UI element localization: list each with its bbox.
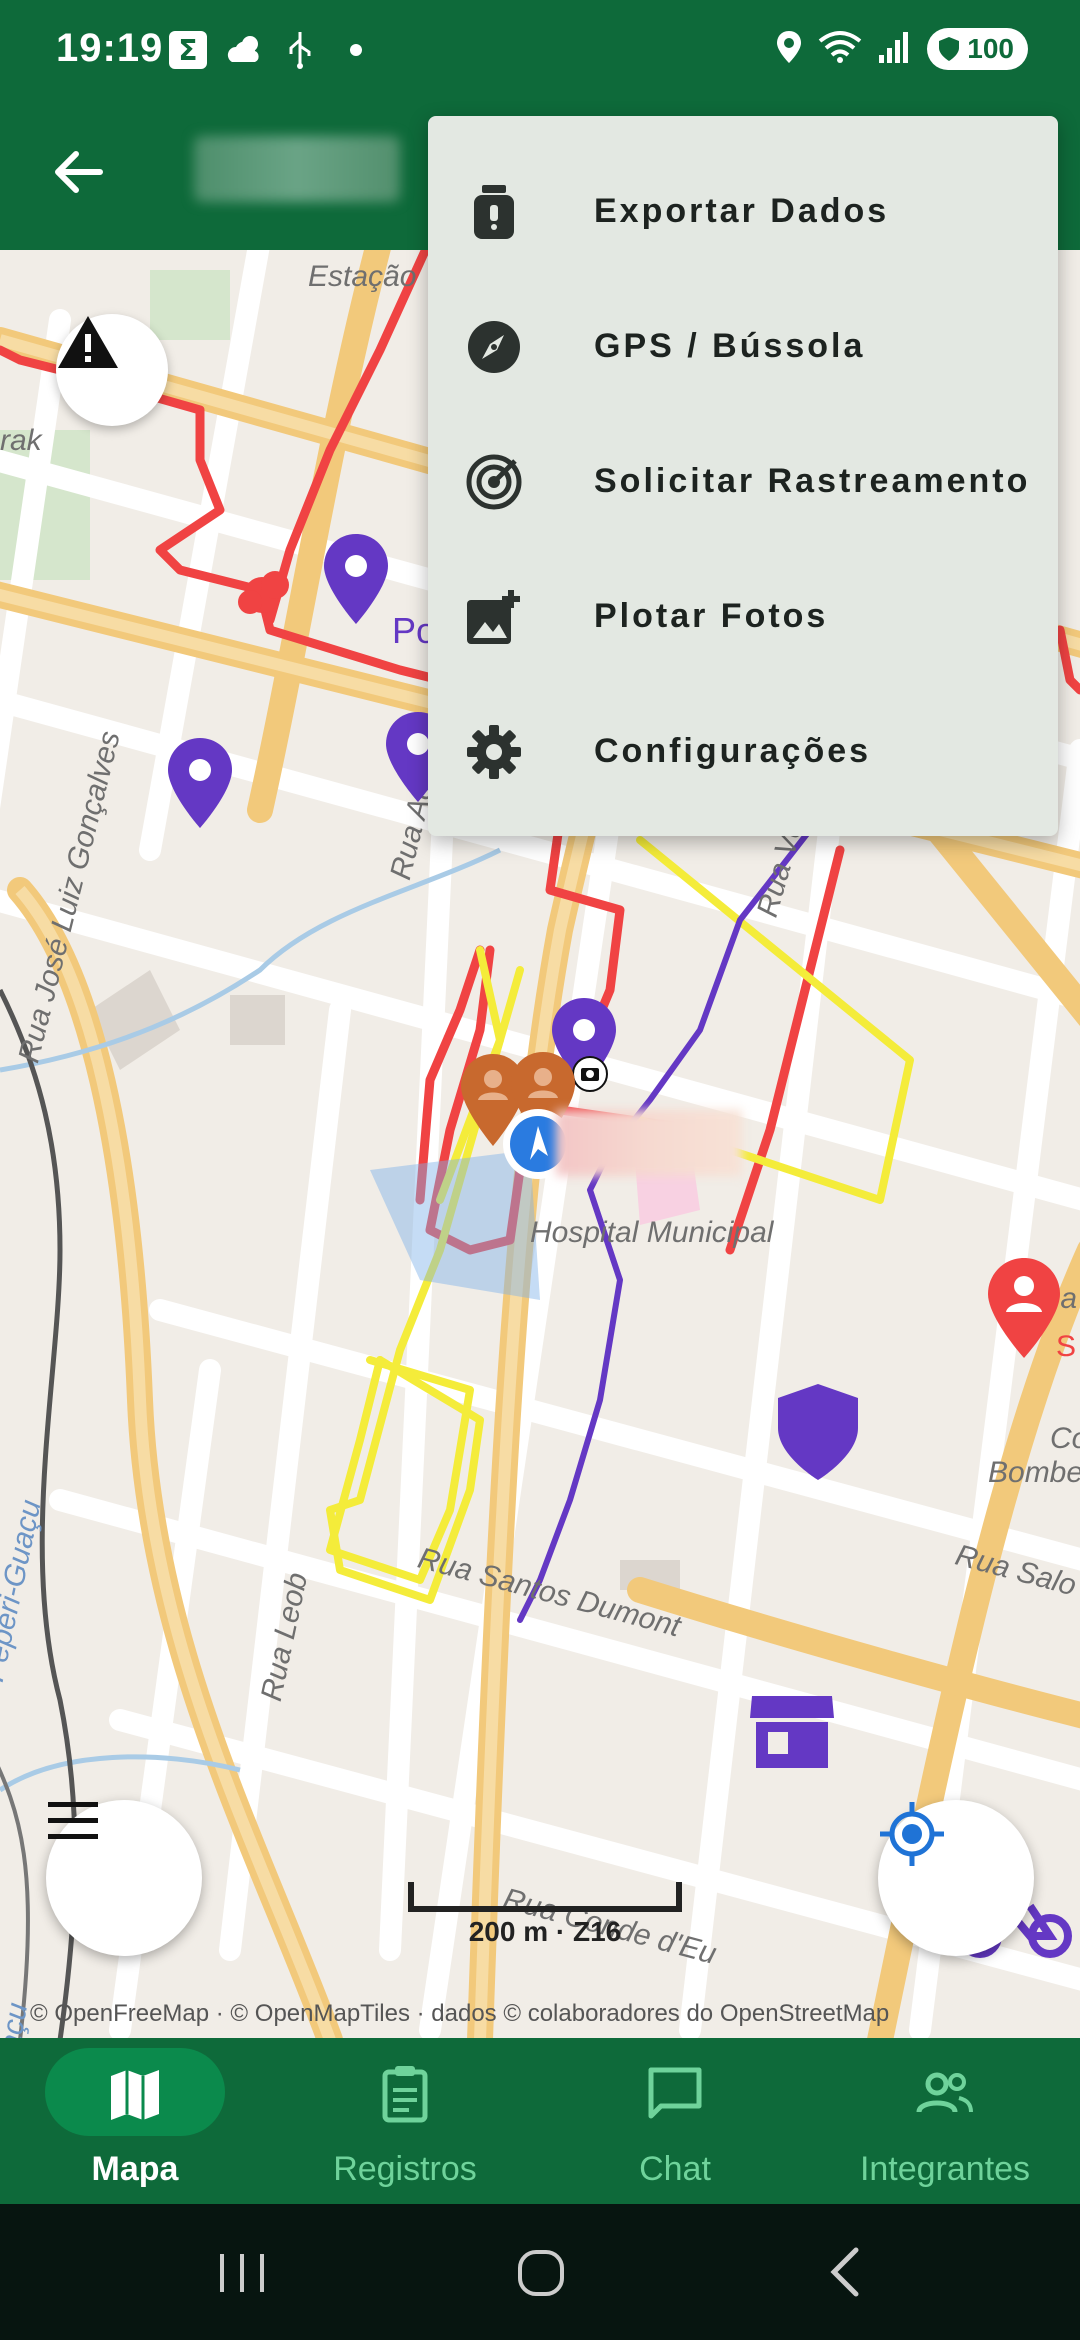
map-menu-button[interactable] xyxy=(46,1800,202,1956)
home-button[interactable] xyxy=(500,2240,580,2304)
back-arrow-icon xyxy=(55,151,103,193)
recents-button[interactable] xyxy=(202,2240,282,2304)
shield-icon xyxy=(939,37,960,61)
people-icon xyxy=(916,2072,973,2113)
chat-icon xyxy=(648,2067,702,2119)
export-icon xyxy=(464,182,524,242)
nav-item-chat[interactable]: Chat xyxy=(540,2038,810,2204)
weather-icon xyxy=(224,30,264,70)
battery-level: 100 xyxy=(967,33,1014,64)
map-pin-icon[interactable] xyxy=(166,736,234,830)
battery-indicator: 100 xyxy=(927,28,1028,70)
menu-item-solicitar-rastreamento[interactable]: Solicitar Rastreamento xyxy=(428,414,1058,549)
dot-icon xyxy=(336,30,376,70)
menu-item-gps-bussola[interactable]: GPS / Bússola xyxy=(428,279,1058,414)
menu-item-configuracoes[interactable]: Configurações xyxy=(428,684,1058,819)
menu-item-label: Solicitar Rastreamento xyxy=(594,462,1031,500)
svg-text:Σ: Σ xyxy=(178,34,197,67)
add-photo-icon xyxy=(464,587,524,647)
scale-text: 200 m · Z16 xyxy=(468,1916,622,1947)
my-location-button[interactable] xyxy=(878,1800,1034,1956)
nav-label: Mapa xyxy=(91,2150,179,2188)
street-label: Co xyxy=(1050,1422,1080,1455)
blurred-user-label xyxy=(556,1110,742,1176)
status-time: 19:19 xyxy=(56,26,164,70)
system-navigation-bar xyxy=(0,2204,1080,2340)
status-system-icons: 100 xyxy=(775,28,1028,70)
map-attribution[interactable]: © OpenFreeMap · © OpenMapTiles · dados ©… xyxy=(30,2000,889,2028)
menu-item-exportar-dados[interactable]: Exportar Dados xyxy=(428,144,1058,279)
store-icon[interactable] xyxy=(748,1692,836,1772)
recents-icon xyxy=(220,2254,264,2292)
sigma-icon: Σ xyxy=(168,30,208,70)
police-shield-icon[interactable] xyxy=(774,1380,862,1484)
nav-item-integrantes[interactable]: Integrantes xyxy=(810,2038,1080,2204)
chevron-left-icon xyxy=(830,2247,859,2297)
menu-item-label: Exportar Dados xyxy=(594,192,890,230)
status-notification-icons: Σ xyxy=(168,30,376,70)
nav-item-mapa[interactable]: Mapa xyxy=(0,2038,270,2204)
map-icon xyxy=(111,2070,159,2120)
status-bar: 19:19 Σ 100 xyxy=(0,0,1080,100)
street-label: rak xyxy=(0,424,42,457)
compass-icon xyxy=(464,317,524,377)
hamburger-icon xyxy=(48,1802,98,1839)
nav-label: Integrantes xyxy=(859,2150,1031,2188)
home-icon xyxy=(518,2250,564,2296)
menu-item-plotar-fotos[interactable]: Plotar Fotos xyxy=(428,549,1058,684)
map-pin-icon[interactable] xyxy=(322,532,390,626)
menu-item-label: Plotar Fotos xyxy=(594,597,829,635)
bottom-navigation: Mapa Registros Chat Integrantes xyxy=(0,2038,1080,2204)
wifi-icon xyxy=(817,29,863,70)
nav-label: Registros xyxy=(333,2150,477,2188)
nav-item-registros[interactable]: Registros xyxy=(270,2038,540,2204)
system-back-button[interactable] xyxy=(804,2240,884,2304)
blurred-title xyxy=(194,136,400,202)
back-button[interactable] xyxy=(48,140,112,204)
menu-item-label: Configurações xyxy=(594,732,872,770)
scale-bar xyxy=(408,1882,682,1912)
street-label: Estação xyxy=(308,260,417,293)
clipboard-icon xyxy=(382,2066,428,2123)
warning-icon xyxy=(58,316,118,368)
map-scale: 200 m · Z16 xyxy=(408,1882,682,1948)
gear-icon xyxy=(464,722,524,782)
gps-target-icon xyxy=(880,1802,944,1866)
usb-icon xyxy=(280,30,320,70)
overflow-menu: Exportar Dados GPS / Bússola Solicitar R… xyxy=(428,116,1058,836)
street-label: Bombe xyxy=(988,1456,1080,1489)
street-label: Hospital Municipal xyxy=(530,1216,774,1249)
warning-button[interactable] xyxy=(56,314,168,426)
nav-label: Chat xyxy=(639,2150,711,2188)
location-icon xyxy=(775,29,803,70)
person-pin-icon[interactable] xyxy=(984,1256,1064,1360)
signal-icon xyxy=(877,29,913,70)
menu-item-label: GPS / Bússola xyxy=(594,327,866,365)
tracking-icon xyxy=(464,452,524,512)
